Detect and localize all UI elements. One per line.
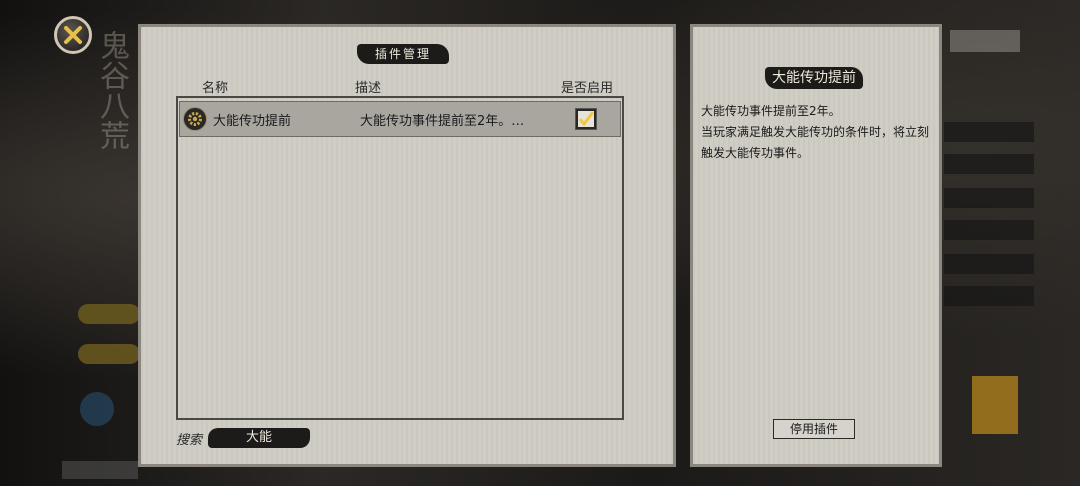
background-menu-item: [944, 286, 1034, 306]
detail-line: 当玩家满足触发大能传功的条件时，将立刻触发大能传功事件。: [701, 125, 930, 160]
background-icon: [80, 392, 114, 426]
plugin-detail-panel: [690, 24, 942, 467]
background-menu-button: [78, 344, 140, 364]
detail-description: 大能传功事件提前至2年。 当玩家满足触发大能传功的条件时，将立刻触发大能传功事件…: [701, 101, 937, 164]
column-header-description: 描述: [355, 81, 382, 96]
plugin-description: 大能传功事件提前至2年。…: [360, 114, 525, 129]
column-header-enabled: 是否启用: [561, 81, 614, 96]
background-menu-item: [950, 30, 1020, 52]
detail-title: 大能传功提前: [765, 67, 863, 89]
background-age-rating: [972, 376, 1018, 434]
gear-icon: [188, 112, 202, 126]
search-label: 搜索: [176, 433, 203, 448]
plugin-icon: [183, 107, 207, 131]
background-version-strip: [62, 461, 138, 479]
background-menu-item: [944, 220, 1034, 240]
disable-plugin-button[interactable]: 停用插件: [773, 419, 855, 439]
plugin-list: [176, 96, 624, 420]
column-header-name: 名称: [202, 81, 229, 96]
background-menu-item: [944, 154, 1034, 174]
close-button[interactable]: [54, 16, 92, 54]
checkmark-icon: [578, 111, 595, 127]
background-menu-item: [944, 122, 1034, 142]
detail-line: 大能传功事件提前至2年。: [701, 104, 841, 118]
background-menu-item: [944, 254, 1034, 274]
background-calligraphy: 鬼谷八荒: [94, 30, 129, 150]
background-menu-button: [78, 304, 140, 324]
panel-title: 插件管理: [357, 44, 449, 64]
search-input[interactable]: 大能: [208, 428, 310, 448]
plugin-enabled-checkbox[interactable]: [575, 108, 597, 130]
background-menu-item: [944, 188, 1034, 208]
plugin-name: 大能传功提前: [213, 114, 292, 129]
close-icon: [64, 26, 82, 44]
